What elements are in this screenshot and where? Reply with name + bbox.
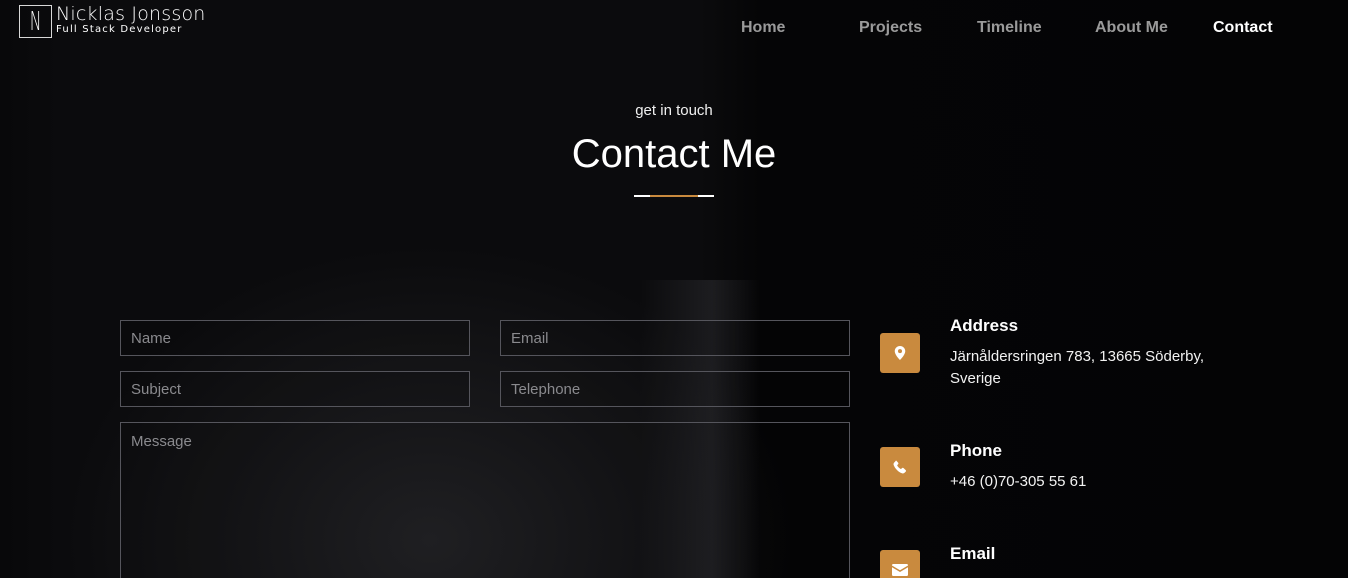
map-marker-icon	[880, 333, 920, 373]
brand-role: Full Stack Developer	[56, 24, 183, 35]
telephone-input[interactable]	[500, 371, 850, 407]
name-input[interactable]	[120, 320, 470, 356]
nav-contact[interactable]: Contact	[1213, 19, 1273, 37]
site-logo[interactable]: N Nicklas Jonsson Full Stack Developer	[19, 5, 206, 38]
nav-home[interactable]: Home	[741, 19, 785, 37]
nav-projects[interactable]: Projects	[859, 19, 922, 37]
logo-text: Nicklas Jonsson Full Stack Developer	[56, 5, 206, 35]
title-divider	[634, 195, 714, 197]
message-textarea[interactable]	[120, 422, 850, 578]
email-title: Email	[950, 544, 996, 563]
address-title: Address	[950, 316, 1019, 335]
nav-about-me[interactable]: About Me	[1095, 19, 1168, 37]
phone-text: +46 (0)70-305 55 61	[950, 473, 1087, 490]
envelope-glyph	[892, 564, 908, 576]
title-divider-accent	[650, 195, 698, 197]
section-eyebrow: get in touch	[635, 102, 713, 119]
email-input[interactable]	[500, 320, 850, 356]
address-text: Järnåldersringen 783, 13665 Söderby, Sve…	[950, 348, 1205, 387]
nav-timeline[interactable]: Timeline	[977, 19, 1042, 37]
brand-name: Nicklas Jonsson	[56, 3, 206, 25]
logo-monogram: N	[19, 5, 52, 38]
envelope-icon	[880, 550, 920, 578]
page-title: Contact Me	[571, 132, 777, 176]
logo-initial: N	[29, 6, 42, 37]
map-marker-glyph	[894, 346, 906, 360]
phone-glyph	[893, 460, 907, 474]
subject-input[interactable]	[120, 371, 470, 407]
phone-icon	[880, 447, 920, 487]
phone-title: Phone	[950, 441, 1002, 460]
